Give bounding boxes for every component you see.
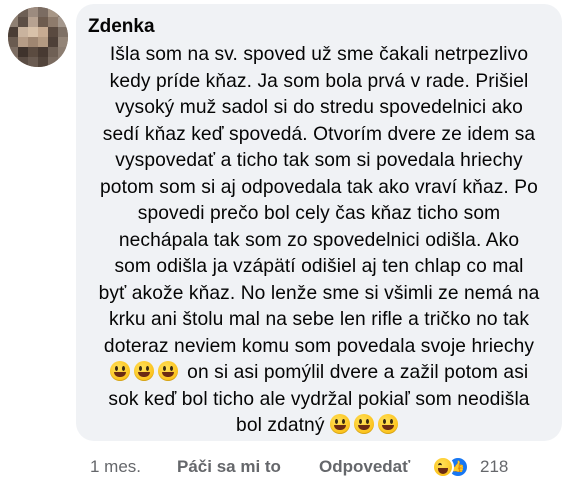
reply-button[interactable]: Odpovedať: [319, 456, 410, 478]
comment-line: kedy príde kňaz. Ja som bola prvá v rade…: [109, 70, 529, 92]
grinning-face-emoji-icon: [329, 414, 350, 434]
grinning-face-emoji-icon: [133, 361, 154, 381]
comment-line: Išla som na sv. spoved už sme čakali net…: [109, 44, 529, 65]
comment-line-text: bol zdatný: [236, 415, 325, 436]
grinning-face-emoji-icon: [353, 414, 374, 434]
comment-author[interactable]: Zdenka: [88, 15, 550, 39]
avatar[interactable]: [8, 7, 68, 67]
comment-timestamp[interactable]: 1 mes.: [90, 456, 141, 478]
comment-line: vysoký muž sadol si do stredu spovedelni…: [115, 97, 523, 118]
haha-reaction-icon: [432, 456, 454, 478]
like-button[interactable]: Páči sa mi to: [177, 456, 281, 478]
comment-line: vyspovedať a ticho tak som si povedala h…: [115, 150, 523, 171]
comment-line: sok keď bol ticho ale vydržal pokiaľ som…: [108, 388, 530, 410]
comment-line: nechápala tak som zo spovedelnici odišla…: [118, 229, 520, 251]
comment-line: potom som si aj odpovedala tak ako vraví…: [100, 176, 538, 198]
grinning-face-emoji-icon: [157, 361, 178, 381]
comment-bubble: Zdenka Išla som na sv. spoved už sme čak…: [76, 4, 562, 441]
comment-line-text: on si asi pomýlil dvere a zažil potom as…: [187, 362, 529, 383]
comment-container: Zdenka Išla som na sv. spoved už sme čak…: [0, 0, 575, 485]
comment-line: doteraz neviem komu som povedala svoje h…: [103, 335, 535, 357]
comment-line: byť akože kňaz. No lenže sme si všimli z…: [98, 282, 540, 304]
comment-line: spovedi prečo bol cely čas kňaz ticho so…: [137, 203, 501, 224]
comment-line: sedí kňaz keď spovedá. Otvorím dvere ze …: [102, 123, 536, 145]
grinning-face-emoji-icon: [377, 414, 398, 434]
comment-line: on si asi pomýlil dvere a zažil potom as…: [88, 360, 550, 387]
reaction-count: 218: [480, 457, 509, 476]
comment-line: bol zdatný: [88, 413, 550, 440]
comment-body: Išla som na sv. spoved už sme čakali net…: [88, 42, 550, 440]
comment-line: som odišla ja vzápätí odišiel aj ten chl…: [114, 256, 524, 277]
grinning-face-emoji-icon: [109, 361, 130, 381]
comment-line: krku ani štolu mal na sebe len rifle a t…: [108, 309, 530, 330]
